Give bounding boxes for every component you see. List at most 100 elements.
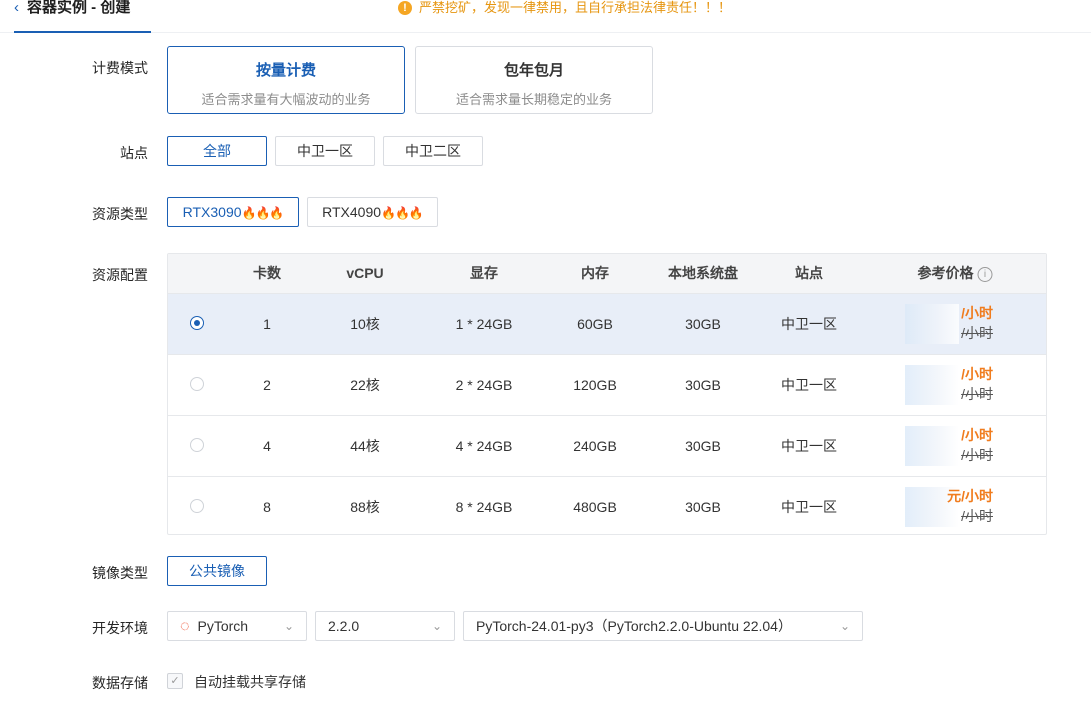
chevron-down-icon: ⌄ [839,619,850,633]
version-value: 2.2.0 [328,618,360,634]
resource-type-name: RTX3090 [182,204,242,220]
price-original: /小时 [961,447,993,463]
billing-option-subscription[interactable]: 包年包月 适合需求量长期稳定的业务 [415,46,653,114]
storage-label: 数据存储 [92,675,148,691]
resource-config-table: 卡数 vCPU 显存 内存 本地系统盘 站点 参考价格 i 1 10核 1 * 2… [167,253,1047,535]
image-type-public[interactable]: 公共镜像 [167,556,267,586]
chevron-down-icon: ⌄ [431,619,442,633]
cell-cards: 2 [263,377,271,393]
resource-config-label: 资源配置 [92,267,148,283]
site-option-zw2[interactable]: 中卫二区 [383,136,483,166]
image-select[interactable]: PyTorch-24.01-py3（PyTorch2.2.0-Ubuntu 22… [463,611,863,641]
price-current: /小时 [961,427,993,443]
row-radio[interactable] [190,438,204,452]
cell-vcpu: 44核 [350,438,380,454]
dev-env-label: 开发环境 [92,620,148,636]
table-row[interactable]: 2 22核 2 * 24GB 120GB 30GB 中卫一区 /小时 /小时 [168,354,1046,415]
exclamation-circle-icon: ! [398,1,412,15]
cell-memory: 60GB [577,316,613,332]
framework-select[interactable]: ◌ PyTorch ⌄ [167,611,307,641]
cell-memory: 120GB [573,377,617,393]
resource-type-rtx3090[interactable]: RTX3090🔥🔥🔥 [167,197,299,227]
row-radio[interactable] [190,377,204,391]
billing-option-pay-as-you-go[interactable]: 按量计费 适合需求量有大幅波动的业务 [167,46,405,114]
cell-memory: 480GB [573,499,617,515]
site-label: 站点 [120,145,148,161]
col-cards: 卡数 [253,265,281,281]
billing-option-title: 包年包月 [503,62,564,79]
billing-option-desc: 适合需求量长期稳定的业务 [455,92,612,107]
cell-disk: 30GB [685,499,721,515]
col-memory: 内存 [581,265,609,281]
version-select[interactable]: 2.2.0 ⌄ [315,611,455,641]
cell-site: 中卫一区 [781,438,837,454]
resource-type-label: 资源类型 [92,206,148,222]
price-current: 元/小时 [947,488,993,504]
cell-vram: 1 * 24GB [455,316,513,332]
price-current: /小时 [961,366,993,382]
pytorch-flame-icon: ◌ [180,618,190,635]
price-current: /小时 [961,305,993,321]
cell-vcpu: 10核 [350,316,380,332]
chevron-down-icon: ⌄ [283,619,294,633]
resource-type-name: RTX4090 [322,204,382,220]
shared-storage-label[interactable]: 自动挂载共享存储 [194,672,306,692]
cell-cards: 8 [263,499,271,515]
cell-vcpu: 22核 [350,377,380,393]
table-header: 卡数 vCPU 显存 内存 本地系统盘 站点 参考价格 i [168,254,1046,293]
price-original: /小时 [961,508,993,524]
cell-disk: 30GB [685,316,721,332]
cell-price: /小时 /小时 [905,363,999,407]
col-vram: 显存 [470,265,498,281]
back-nav[interactable]: ‹ 容器实例 - 创建 [14,0,151,33]
cell-site: 中卫一区 [781,499,837,515]
table-row[interactable]: 8 88核 8 * 24GB 480GB 30GB 中卫一区 元/小时 /小时 [168,476,1046,534]
billing-label: 计费模式 [92,60,148,76]
chevron-left-icon[interactable]: ‹ [14,0,19,16]
page-title: 容器实例 - 创建 [27,0,131,16]
shared-storage-checkbox[interactable]: ✓ [167,673,183,689]
table-row[interactable]: 1 10核 1 * 24GB 60GB 30GB 中卫一区 /小时 /小时 [168,293,1046,354]
col-vcpu: vCPU [346,265,384,281]
site-option-zw1[interactable]: 中卫一区 [275,136,375,166]
price-mask [905,426,959,466]
fire-icon: 🔥🔥🔥 [381,206,424,220]
top-bar: ‹ 容器实例 - 创建 ! 严禁挖矿，发现一律禁用，且自行承担法律责任！！！ [0,0,1091,33]
cell-price: 元/小时 /小时 [905,485,999,529]
col-site: 站点 [795,265,823,281]
table-row[interactable]: 4 44核 4 * 24GB 240GB 30GB 中卫一区 /小时 /小时 [168,415,1046,476]
col-disk: 本地系统盘 [668,265,738,281]
cell-vcpu: 88核 [350,499,380,515]
cell-vram: 4 * 24GB [455,438,513,454]
billing-option-title: 按量计费 [255,62,316,79]
cell-cards: 1 [263,316,271,332]
cell-disk: 30GB [685,438,721,454]
check-icon: ✓ [170,675,180,687]
price-original: /小时 [961,325,993,341]
row-radio[interactable] [190,499,204,513]
cell-disk: 30GB [685,377,721,393]
col-price: 参考价格 i [918,254,993,293]
cell-price: /小时 /小时 [905,302,999,346]
cell-site: 中卫一区 [781,316,837,332]
cell-price: /小时 /小时 [905,424,999,468]
cell-vram: 8 * 24GB [455,499,513,515]
cell-memory: 240GB [573,438,617,454]
site-option-all[interactable]: 全部 [167,136,267,166]
price-mask [905,304,959,344]
warning-text: 严禁挖矿，发现一律禁用，且自行承担法律责任！！！ [419,0,732,15]
framework-value: PyTorch [197,618,249,634]
price-original: /小时 [961,386,993,402]
col-price-label: 参考价格 [917,265,974,281]
image-type-label: 镜像类型 [92,565,148,581]
warning-banner: ! 严禁挖矿，发现一律禁用，且自行承担法律责任！！！ [398,0,731,16]
resource-type-rtx4090[interactable]: RTX4090🔥🔥🔥 [307,197,438,227]
cell-vram: 2 * 24GB [455,377,513,393]
price-mask [905,365,959,405]
info-icon[interactable]: i [977,266,993,282]
row-radio[interactable] [190,316,204,330]
fire-icon: 🔥🔥🔥 [241,206,285,220]
cell-cards: 4 [263,438,271,454]
billing-option-desc: 适合需求量有大幅波动的业务 [201,92,371,107]
image-value: PyTorch-24.01-py3（PyTorch2.2.0-Ubuntu 22… [476,618,792,634]
